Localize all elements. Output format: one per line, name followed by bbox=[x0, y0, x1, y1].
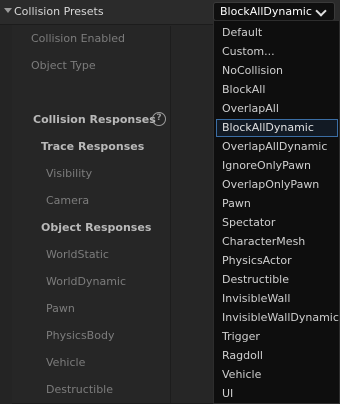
collision-preset-dropdown[interactable]: Default Custom... NoCollision BlockAll Overl… bbox=[213, 20, 340, 404]
dropdown-option-pawn[interactable]: Pawn bbox=[216, 195, 338, 213]
dropdown-option-physicsactor[interactable]: PhysicsActor bbox=[216, 252, 338, 270]
dropdown-option-blockall[interactable]: BlockAll bbox=[216, 81, 338, 99]
dropdown-option-ragdoll[interactable]: Ragdoll bbox=[216, 347, 338, 365]
expander-arrow-icon[interactable] bbox=[4, 8, 12, 13]
dropdown-option-ignoreonlypawn[interactable]: IgnoreOnlyPawn bbox=[216, 157, 338, 175]
property-label: Trace Responses bbox=[41, 140, 145, 153]
dropdown-option-destructible[interactable]: Destructible bbox=[216, 271, 338, 289]
property-label: WorldStatic bbox=[46, 248, 109, 261]
collision-preset-select[interactable]: BlockAllDynamic bbox=[213, 2, 335, 21]
collision-presets-label: Collision Presets bbox=[14, 5, 104, 18]
column-divider bbox=[170, 26, 171, 404]
chevron-down-icon bbox=[315, 5, 327, 17]
property-label: Collision Responses bbox=[33, 113, 156, 126]
property-label: Vehicle bbox=[46, 356, 86, 369]
property-label: PhysicsBody bbox=[46, 329, 115, 342]
help-icon[interactable]: ? bbox=[152, 112, 166, 126]
details-panel: Collision Presets BlockAllDynamic Collis… bbox=[0, 0, 340, 404]
property-label: Object Responses bbox=[41, 221, 152, 234]
property-label: WorldDynamic bbox=[46, 275, 127, 288]
property-label: Camera bbox=[46, 194, 90, 207]
dropdown-option-vehicle[interactable]: Vehicle bbox=[216, 366, 338, 384]
property-label: Pawn bbox=[46, 302, 75, 315]
dropdown-option-charactermesh[interactable]: CharacterMesh bbox=[216, 233, 338, 251]
dropdown-option-invisiblewall[interactable]: InvisibleWall bbox=[216, 290, 338, 308]
dropdown-option-spectator[interactable]: Spectator bbox=[216, 214, 338, 232]
dropdown-option-custom[interactable]: Custom... bbox=[216, 43, 338, 61]
property-label: Visibility bbox=[46, 167, 93, 180]
property-label: Object Type bbox=[31, 59, 96, 72]
selected-preset-value: BlockAllDynamic bbox=[220, 5, 312, 18]
dropdown-option-nocollision[interactable]: NoCollision bbox=[216, 62, 338, 80]
dropdown-option-trigger[interactable]: Trigger bbox=[216, 328, 338, 346]
property-label: Collision Enabled bbox=[31, 32, 126, 45]
dropdown-option-overlaponlypawn[interactable]: OverlapOnlyPawn bbox=[216, 176, 338, 194]
dropdown-option-default[interactable]: Default bbox=[216, 24, 338, 42]
dropdown-option-blockalldynamic[interactable]: BlockAllDynamic bbox=[216, 119, 338, 137]
property-label: Destructible bbox=[46, 383, 113, 396]
dropdown-option-ui[interactable]: UI bbox=[216, 385, 338, 403]
dropdown-option-invisiblewalldynamic[interactable]: InvisibleWallDynamic bbox=[216, 309, 339, 327]
dropdown-option-overlapall[interactable]: OverlapAll bbox=[216, 100, 338, 118]
dropdown-option-overlapalldynamic[interactable]: OverlapAllDynamic bbox=[216, 138, 338, 156]
